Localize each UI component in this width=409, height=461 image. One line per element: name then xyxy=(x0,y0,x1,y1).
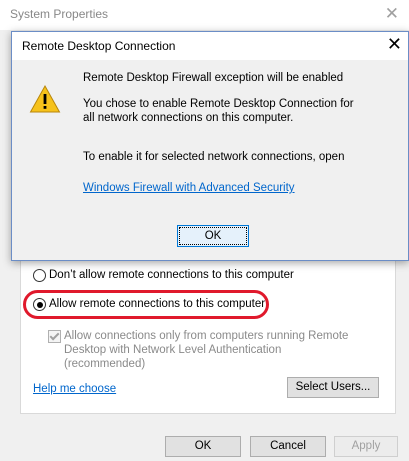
ok-button[interactable]: OK xyxy=(165,436,241,457)
dialog-heading: Remote Desktop Firewall exception will b… xyxy=(83,72,344,84)
warning-icon xyxy=(29,84,61,113)
dont-allow-label[interactable]: Don’t allow remote connections to this c… xyxy=(49,269,294,281)
close-icon[interactable]: ✕ xyxy=(385,4,399,24)
remote-desktop-connection-dialog: Remote Desktop Connection ✕ Remote Deskt… xyxy=(11,31,409,261)
cancel-button[interactable]: Cancel xyxy=(250,436,326,457)
window-title: System Properties xyxy=(10,7,109,21)
dont-allow-radio[interactable] xyxy=(33,269,46,282)
help-me-choose-link[interactable]: Help me choose xyxy=(33,383,116,395)
dialog-body-line1: You chose to enable Remote Desktop Conne… xyxy=(83,98,354,110)
apply-button[interactable]: Apply xyxy=(334,436,398,457)
dialog-close-icon[interactable]: ✕ xyxy=(387,34,402,55)
dialog-ok-button[interactable]: OK xyxy=(177,225,249,247)
dialog-body-line3: To enable it for selected network connec… xyxy=(83,151,345,163)
dialog-titlebar: Remote Desktop Connection ✕ xyxy=(12,32,408,60)
nla-checkbox-label: Allow connections only from computers ru… xyxy=(64,330,349,370)
select-users-button[interactable]: Select Users... xyxy=(287,377,379,398)
nla-checkbox[interactable] xyxy=(48,330,61,343)
highlight-annotation xyxy=(23,290,269,319)
dialog-title: Remote Desktop Connection xyxy=(22,39,176,53)
windows-firewall-link[interactable]: Windows Firewall with Advanced Security xyxy=(83,182,295,194)
system-properties-titlebar: System Properties ✕ xyxy=(0,0,409,30)
dialog-body-line2: all network connections on this computer… xyxy=(83,112,294,124)
